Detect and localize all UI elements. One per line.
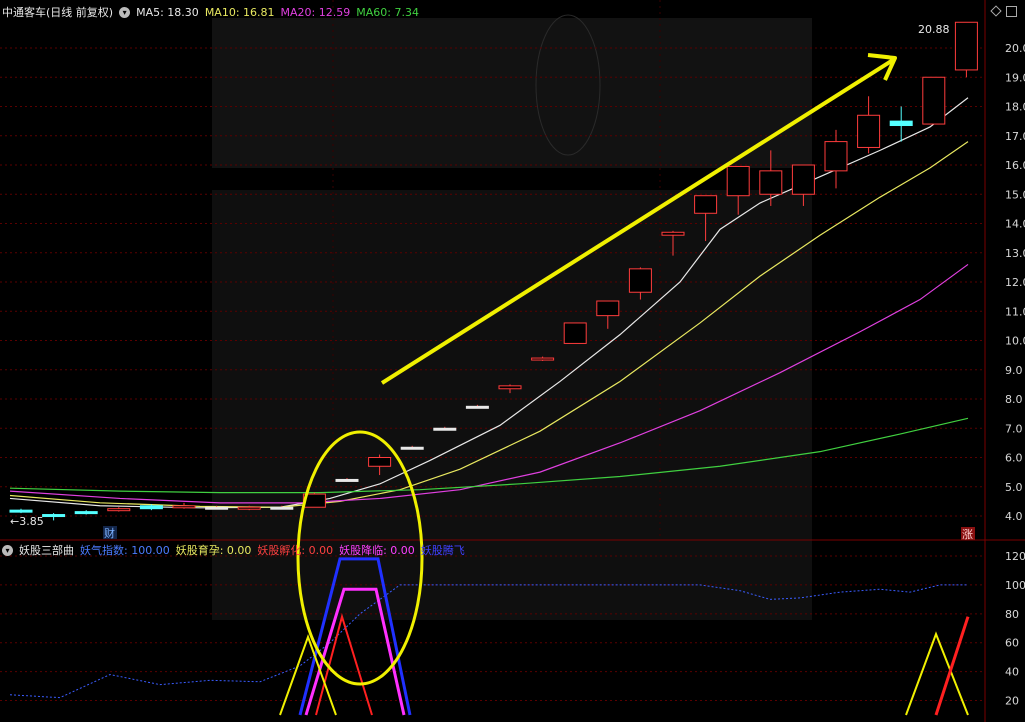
diamond-icon[interactable] <box>990 5 1002 17</box>
corner-icons <box>990 5 1017 17</box>
price-tick-label: 6.0 <box>1005 452 1023 465</box>
candle-body <box>9 509 33 513</box>
window-toggle-icon[interactable] <box>1006 6 1017 17</box>
price-tick-label: 8.0 <box>1005 393 1023 406</box>
price-axis: 20.0 19.0 18.0 17.0 16.0 15.0 14.0 13.0 12.0 11.0… <box>1005 42 1025 523</box>
indicator-value-4: 妖股降临: 0.00 <box>339 544 415 557</box>
candle-body <box>237 506 261 510</box>
price-tick-label: 12.0 <box>1005 276 1025 289</box>
candle-body <box>498 385 522 390</box>
price-tick-label: 7.0 <box>1005 422 1023 435</box>
low-price-label: ←3.85 <box>10 515 44 528</box>
indicator-tick-label: 60 <box>1005 637 1019 650</box>
candle-body <box>335 478 359 482</box>
candle-body <box>42 514 66 518</box>
main-legend: 中通客车(日线 前复权) ▾ MA5: 18.30 MA10: 16.81 MA… <box>0 4 419 20</box>
indicator-tick-label: 120 <box>1005 550 1025 563</box>
red-peak <box>315 613 373 716</box>
candle-body <box>694 195 718 214</box>
candle-body <box>824 141 848 172</box>
candle-body <box>270 506 294 510</box>
indicator-toggle-icon[interactable]: ▾ <box>2 544 13 556</box>
candle-body <box>628 268 652 293</box>
price-tick-label: 11.0 <box>1005 305 1025 318</box>
candle-body <box>74 511 98 515</box>
candle-body <box>954 21 978 71</box>
candle-body <box>596 300 620 317</box>
indicator-tick-label: 100 <box>1005 579 1025 592</box>
indicator-tick-label: 20 <box>1005 695 1019 708</box>
candle-body <box>759 170 783 195</box>
candle-body <box>107 508 131 512</box>
price-tick-label: 9.0 <box>1005 364 1023 377</box>
candle-body <box>205 506 229 510</box>
indicator-value-1: 妖气指数: 100.00 <box>80 544 170 557</box>
candle-body <box>400 446 424 450</box>
zhang-marker[interactable]: 涨 <box>962 528 973 541</box>
candle-body <box>139 505 163 510</box>
candle-body <box>857 114 881 148</box>
candle-body <box>889 120 913 127</box>
price-tick-label: 15.0 <box>1005 188 1025 201</box>
candle-body <box>368 457 392 467</box>
cai-marker[interactable]: 财 <box>104 526 115 540</box>
indicator-value-2: 妖股育孕: 0.00 <box>175 544 252 557</box>
indicator-legend: ▾ 妖股三部曲 妖气指数: 100.00 妖股育孕: 0.00 妖股孵化: 0.… <box>0 542 465 558</box>
price-tick-label: 14.0 <box>1005 218 1025 231</box>
candle-body <box>563 322 587 344</box>
indicator-tick-label: 80 <box>1005 608 1019 621</box>
ma5-label: MA5: 18.30 <box>136 5 199 19</box>
candle-body <box>465 405 489 409</box>
candle-body <box>172 505 196 509</box>
candle-body <box>791 164 815 195</box>
price-tick-label: 20.0 <box>1005 42 1025 55</box>
price-tick-label: 10.0 <box>1005 335 1025 348</box>
price-tick-label: 4.0 <box>1005 510 1023 523</box>
indicator-name[interactable]: 妖股三部曲 <box>19 542 74 558</box>
legend-toggle-icon[interactable]: ▾ <box>119 6 131 18</box>
price-tick-label: 17.0 <box>1005 130 1025 143</box>
price-tick-label: 16.0 <box>1005 159 1025 172</box>
indicator-tick-label: 40 <box>1005 666 1019 679</box>
ma10-label: MA10: 16.81 <box>204 5 275 19</box>
indicator-value-5: 妖股腾飞 <box>420 544 465 557</box>
price-tick-label: 13.0 <box>1005 247 1025 260</box>
price-tick-label: 5.0 <box>1005 481 1023 494</box>
indicator-value-3: 妖股孵化: 0.00 <box>257 544 334 557</box>
high-price-label: 20.88 <box>918 23 950 36</box>
candle-body <box>661 231 685 236</box>
candle-body <box>922 76 946 125</box>
price-tick-label: 19.0 <box>1005 71 1025 84</box>
stock-chart[interactable]: 20.0 19.0 18.0 17.0 16.0 15.0 14.0 13.0 12.0 11.0… <box>0 0 1025 722</box>
background-window <box>212 18 812 168</box>
ticker-title[interactable]: 中通客车(日线 前复权) <box>2 4 113 20</box>
candle-body <box>531 357 555 361</box>
ma20-label: MA20: 12.59 <box>280 5 351 19</box>
ma60-label: MA60: 7.34 <box>356 5 419 19</box>
price-tick-label: 18.0 <box>1005 101 1025 114</box>
candle-body <box>433 427 457 431</box>
indicator-axis: 120 100 80 60 40 20 <box>1005 550 1025 708</box>
candle-body <box>726 165 750 197</box>
